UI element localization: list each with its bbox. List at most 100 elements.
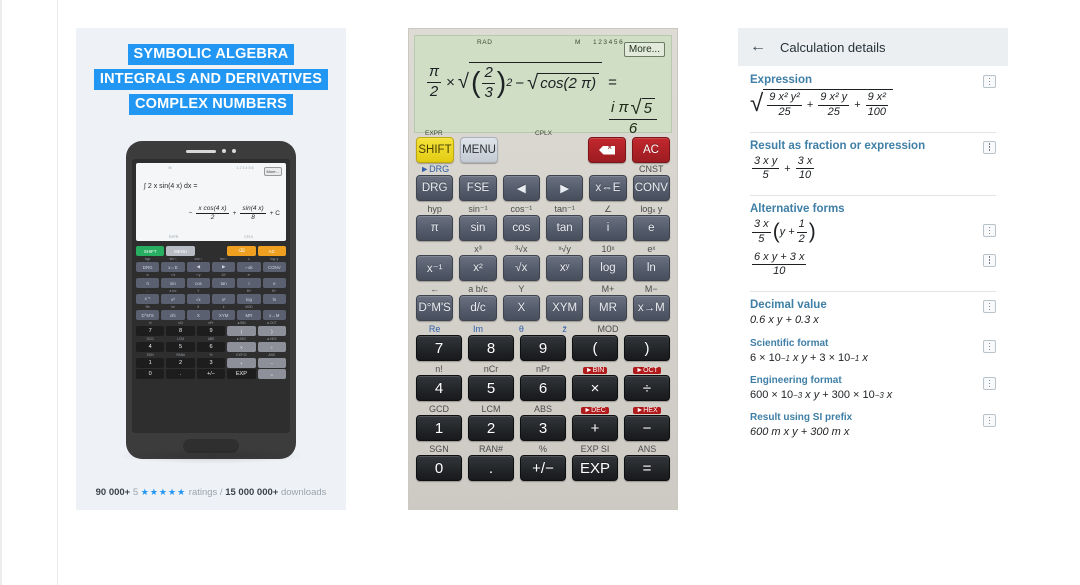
key-plus[interactable]: + <box>572 415 618 441</box>
phone-more-button[interactable]: More... <box>263 167 282 176</box>
key-tan[interactable]: tan <box>545 215 584 241</box>
back-arrow-icon[interactable]: ← <box>750 38 766 56</box>
phone-key-4[interactable]: 4 <box>136 342 165 352</box>
key-x-squared[interactable]: x² <box>459 255 497 281</box>
key-euler-e[interactable]: e <box>632 215 670 241</box>
phone-key-1[interactable]: 1 <box>136 358 165 368</box>
phone-key-menu[interactable]: MENU <box>166 246 195 256</box>
phone-key-xy[interactable]: xʸ <box>211 294 236 304</box>
phone-key-divide[interactable]: ÷ <box>257 342 287 352</box>
key-sin[interactable]: sin <box>459 215 497 241</box>
phone-key-minus[interactable]: − <box>257 358 287 368</box>
phone-key-5[interactable]: 5 <box>166 342 195 352</box>
phone-key-exp[interactable]: EXP <box>227 369 256 379</box>
phone-key-left[interactable]: ◀ <box>186 262 210 272</box>
alternative-form-2-overflow-menu[interactable] <box>983 253 996 267</box>
key-1[interactable]: 1 <box>416 415 462 441</box>
phone-key-backspace[interactable]: ⌫ <box>227 246 256 256</box>
phone-key-multiply[interactable]: × <box>227 342 256 352</box>
phone-key-sqrt[interactable]: √x <box>186 294 210 304</box>
key-shift[interactable]: SHIFT <box>416 137 454 163</box>
key-divide[interactable]: ÷ <box>624 375 670 401</box>
key-x-variable[interactable]: X <box>502 295 540 321</box>
phone-key-decimal[interactable]: . <box>166 369 195 379</box>
key-5[interactable]: 5 <box>468 375 514 401</box>
key-right-arrow[interactable]: ▶ <box>545 175 584 201</box>
key-6[interactable]: 6 <box>520 375 566 401</box>
key-x-to-memory[interactable]: x→M <box>632 295 670 321</box>
phone-key-sin[interactable]: sin <box>161 278 185 288</box>
key-memory-recall[interactable]: MR <box>589 295 627 321</box>
phone-key-xinv[interactable]: x⁻¹ <box>136 294 160 304</box>
phone-key-6[interactable]: 6 <box>196 342 226 352</box>
key-multiply[interactable]: × <box>572 375 618 401</box>
key-9[interactable]: 9 <box>520 335 566 361</box>
key-8[interactable]: 8 <box>468 335 514 361</box>
key-backspace[interactable] <box>588 137 626 163</box>
key-fse[interactable]: FSE <box>459 175 497 201</box>
si-prefix-overflow-menu[interactable] <box>983 414 996 427</box>
phone-key-sign[interactable]: +/− <box>196 369 226 379</box>
phone-key-shift[interactable]: SHIFT <box>136 246 165 256</box>
key-x-inverse[interactable]: x⁻¹ <box>416 255 454 281</box>
key-7[interactable]: 7 <box>416 335 462 361</box>
key-4[interactable]: 4 <box>416 375 462 401</box>
phone-key-equals[interactable]: = <box>257 369 287 379</box>
phone-key-9[interactable]: 9 <box>196 326 226 336</box>
key-left-paren[interactable]: ( <box>572 335 618 361</box>
phone-key-dc[interactable]: d/c <box>161 310 185 320</box>
expression-overflow-menu[interactable] <box>983 75 996 88</box>
phone-key-xym[interactable]: XYM <box>211 310 236 320</box>
phone-key-3[interactable]: 3 <box>196 358 226 368</box>
key-d-over-c[interactable]: d/c <box>459 295 497 321</box>
phone-key-i[interactable]: i <box>237 278 261 288</box>
phone-key-dms[interactable]: D°M'S <box>136 310 160 320</box>
phone-key-7[interactable]: 7 <box>136 326 165 336</box>
phone-key-mr[interactable]: MR <box>237 310 261 320</box>
phone-key-e[interactable]: e <box>262 278 286 288</box>
key-0[interactable]: 0 <box>416 455 462 481</box>
scientific-format-overflow-menu[interactable] <box>983 340 996 353</box>
phone-key-drg[interactable]: DRG <box>136 262 160 272</box>
key-right-paren[interactable]: ) <box>624 335 670 361</box>
phone-key-lparen[interactable]: ( <box>227 326 256 336</box>
key-square-root[interactable]: √x <box>502 255 540 281</box>
key-x-to-e[interactable]: x⇔E <box>589 175 627 201</box>
phone-key-ok[interactable]: ⌐ok <box>237 262 261 272</box>
phone-key-xvar[interactable]: X <box>186 310 210 320</box>
key-xym[interactable]: XYM <box>545 295 584 321</box>
result-fraction-overflow-menu[interactable] <box>983 140 996 154</box>
key-cos[interactable]: cos <box>502 215 540 241</box>
phone-key-pi[interactable]: π <box>136 278 160 288</box>
key-2[interactable]: 2 <box>468 415 514 441</box>
phone-key-0[interactable]: 0 <box>136 369 165 379</box>
key-pi[interactable]: π <box>416 215 454 241</box>
key-ac[interactable]: AC <box>632 137 670 163</box>
phone-key-xe[interactable]: x⇔E <box>161 262 185 272</box>
phone-key-rparen[interactable]: ) <box>257 326 287 336</box>
phone-key-ln[interactable]: ln <box>262 294 286 304</box>
key-drg[interactable]: DRG <box>416 175 454 201</box>
key-minus[interactable]: − <box>624 415 670 441</box>
key-3[interactable]: 3 <box>520 415 566 441</box>
phone-key-ac[interactable]: AC <box>257 246 287 256</box>
key-log[interactable]: log <box>589 255 627 281</box>
phone-key-2[interactable]: 2 <box>166 358 195 368</box>
phone-key-xtom[interactable]: x→M <box>262 310 286 320</box>
alternative-form-1-overflow-menu[interactable] <box>983 224 996 237</box>
key-imaginary-i[interactable]: i <box>589 215 627 241</box>
key-x-power-y[interactable]: xʸ <box>545 255 584 281</box>
decimal-value-overflow-menu[interactable] <box>983 300 996 313</box>
phone-key-tan[interactable]: tan <box>211 278 236 288</box>
key-left-arrow[interactable]: ◀ <box>502 175 540 201</box>
key-menu[interactable]: MENU <box>460 137 498 163</box>
key-ln[interactable]: ln <box>632 255 670 281</box>
phone-key-right[interactable]: ▶ <box>211 262 236 272</box>
engineering-format-overflow-menu[interactable] <box>983 377 996 390</box>
key-plus-minus[interactable]: +/− <box>520 455 566 481</box>
phone-key-8[interactable]: 8 <box>166 326 195 336</box>
key-exponent[interactable]: EXP <box>572 455 618 481</box>
key-conv[interactable]: CONV <box>632 175 670 201</box>
phone-key-cos[interactable]: cos <box>186 278 210 288</box>
key-decimal-point[interactable]: . <box>468 455 514 481</box>
